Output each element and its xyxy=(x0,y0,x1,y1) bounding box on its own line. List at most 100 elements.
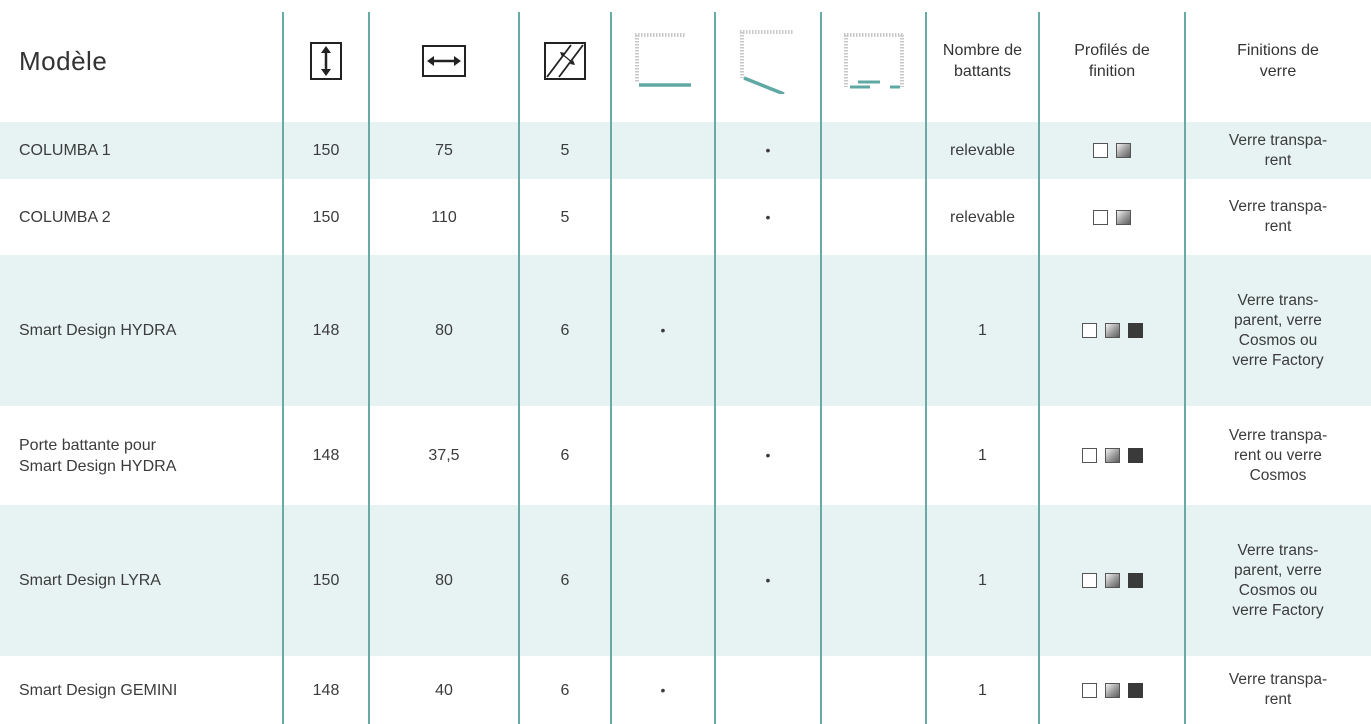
column-divider xyxy=(368,12,370,724)
white-profile-swatch xyxy=(1081,682,1097,698)
cell-height: 150 xyxy=(312,208,340,226)
cell-leaves: relevable xyxy=(950,142,1015,159)
column-divider xyxy=(1184,12,1186,724)
cell-sliding-door xyxy=(821,255,926,406)
cell-model: Porte battante pour Smart Design HYDRA xyxy=(19,436,177,475)
white-profile-swatch xyxy=(1081,573,1097,588)
cell-thickness: 5 xyxy=(560,208,570,226)
sliding-door-plan-icon xyxy=(821,0,926,122)
header-model: Modèle xyxy=(19,45,108,76)
cell-fixed-panel xyxy=(611,122,715,179)
cell-leaves: 1 xyxy=(978,322,987,339)
cell-profiles xyxy=(1039,122,1185,179)
cell-glass: Verre transpa- rent xyxy=(1228,131,1328,169)
table-row: Smart Design LYRA 150 80 6 • 1 Verre tra… xyxy=(0,505,1371,656)
cell-width: 110 xyxy=(431,208,457,226)
fixed-panel-plan-icon xyxy=(611,0,715,122)
cell-sliding-door xyxy=(821,122,926,179)
cell-swing-door: • xyxy=(765,572,771,588)
cell-model: Smart Design LYRA xyxy=(19,572,161,589)
cell-glass: Verre transpa- rent ou verre Cosmos xyxy=(1228,426,1328,484)
product-table: Modèle Nombre de battants Profilés de fi… xyxy=(0,0,1371,724)
cell-leaves: 1 xyxy=(978,681,987,699)
table-row: COLUMBA 2 150 110 5 • relevable Verre tr… xyxy=(0,179,1371,255)
cell-swing-door xyxy=(715,255,821,406)
cell-height: 148 xyxy=(312,447,340,464)
cell-profiles xyxy=(1039,255,1185,406)
cell-sliding-door xyxy=(821,179,926,255)
cell-model: COLUMBA 1 xyxy=(19,142,111,159)
black-profile-swatch xyxy=(1127,573,1143,588)
cell-leaves: relevable xyxy=(950,208,1015,226)
column-divider xyxy=(925,12,927,724)
cell-thickness: 5 xyxy=(560,142,570,159)
cell-swing-door: • xyxy=(765,142,771,158)
cell-leaves: 1 xyxy=(978,572,987,589)
cell-fixed-panel: • xyxy=(660,681,666,698)
header-leaves: Nombre de battants xyxy=(942,42,1023,80)
height-icon xyxy=(283,0,369,122)
cell-leaves: 1 xyxy=(978,447,987,464)
black-profile-swatch xyxy=(1127,448,1143,463)
table-row: COLUMBA 1 150 75 5 • relevable Verre tra… xyxy=(0,122,1371,179)
white-profile-swatch xyxy=(1093,143,1108,158)
cell-sliding-door xyxy=(821,505,926,656)
chrome-profile-swatch xyxy=(1104,573,1120,588)
cell-profiles xyxy=(1039,179,1185,255)
column-divider xyxy=(820,12,822,724)
cell-fixed-panel xyxy=(611,179,715,255)
cell-thickness: 6 xyxy=(560,322,570,339)
cell-fixed-panel xyxy=(611,406,715,505)
cell-fixed-panel xyxy=(611,505,715,656)
column-divider xyxy=(518,12,520,724)
glass-thickness-icon xyxy=(519,0,611,122)
cell-height: 148 xyxy=(312,322,340,339)
column-divider xyxy=(1038,12,1040,724)
cell-model: Smart Design HYDRA xyxy=(19,322,177,339)
cell-width: 37,5 xyxy=(428,447,460,464)
cell-thickness: 6 xyxy=(560,572,570,589)
cell-swing-door: • xyxy=(765,447,771,463)
table-row: Smart Design GEMINI 148 40 6 • 1 Verre t… xyxy=(0,656,1371,724)
black-profile-swatch xyxy=(1127,323,1143,338)
column-divider xyxy=(714,12,716,724)
cell-model: COLUMBA 2 xyxy=(19,208,111,226)
cell-swing-door: • xyxy=(765,208,771,225)
chrome-profile-swatch xyxy=(1104,323,1120,338)
cell-height: 148 xyxy=(312,681,340,699)
cell-height: 150 xyxy=(312,142,340,159)
cell-swing-door xyxy=(715,656,821,724)
white-profile-swatch xyxy=(1081,323,1097,338)
column-divider xyxy=(282,12,284,724)
cell-glass: Verre transpa- rent xyxy=(1228,198,1328,235)
cell-profiles xyxy=(1039,406,1185,505)
header-glass: Finitions de verre xyxy=(1237,42,1319,80)
cell-width: 75 xyxy=(435,142,453,159)
cell-width: 40 xyxy=(435,681,453,699)
cell-sliding-door xyxy=(821,406,926,505)
black-profile-swatch xyxy=(1127,682,1143,698)
chrome-profile-swatch xyxy=(1104,448,1120,463)
cell-width: 80 xyxy=(435,572,453,589)
cell-height: 150 xyxy=(312,572,340,589)
cell-model: Smart Design GEMINI xyxy=(19,681,178,699)
cell-width: 80 xyxy=(435,322,453,339)
cell-glass: Verre transpa- rent xyxy=(1228,671,1328,708)
white-profile-swatch xyxy=(1081,448,1097,463)
white-profile-swatch xyxy=(1093,209,1108,225)
table-row: Porte battante pour Smart Design HYDRA 1… xyxy=(0,406,1371,505)
cell-glass: Verre trans- parent, verre Cosmos ou ver… xyxy=(1232,291,1324,369)
table-row: Smart Design HYDRA 148 80 6 • 1 Verre tr… xyxy=(0,255,1371,406)
column-divider xyxy=(610,12,612,724)
width-icon xyxy=(369,0,519,122)
chrome-profile-swatch xyxy=(1116,143,1131,158)
cell-sliding-door xyxy=(821,656,926,724)
chrome-profile-swatch xyxy=(1104,682,1120,698)
cell-fixed-panel: • xyxy=(660,322,666,338)
cell-glass: Verre trans- parent, verre Cosmos ou ver… xyxy=(1232,541,1324,619)
cell-profiles xyxy=(1039,656,1185,724)
chrome-profile-swatch xyxy=(1116,209,1131,225)
swing-door-plan-icon xyxy=(715,0,821,122)
header-profiles: Profilés de finition xyxy=(1074,42,1150,80)
cell-thickness: 6 xyxy=(560,447,570,464)
